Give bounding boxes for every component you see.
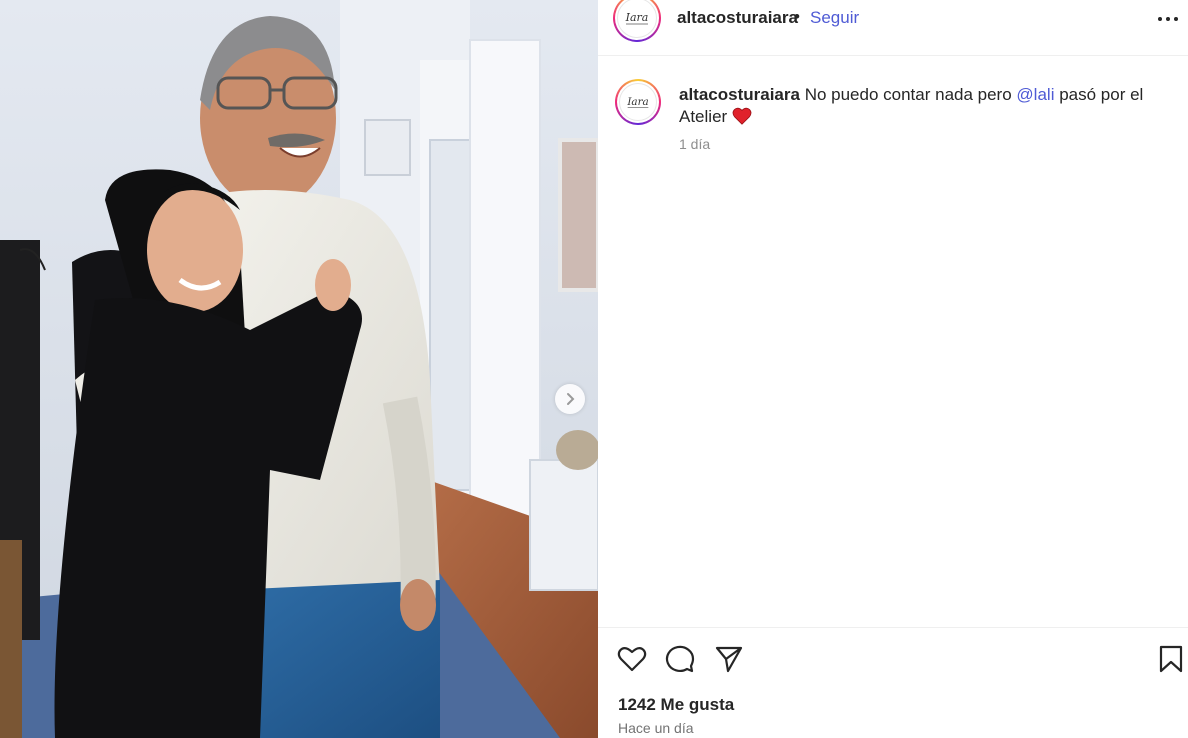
bookmark-icon[interactable] xyxy=(1156,644,1186,674)
svg-text:Iara: Iara xyxy=(625,11,649,24)
brand-logo: Iara xyxy=(626,96,649,108)
heart-icon[interactable] xyxy=(617,644,647,674)
brand-logo: Iara xyxy=(625,11,649,25)
post-photo[interactable] xyxy=(0,0,598,738)
caption-username[interactable]: altacosturaiara xyxy=(679,85,800,104)
photo-image xyxy=(0,0,598,738)
post-date: Hace un día xyxy=(618,720,694,736)
post-header: Iara altacosturaiara • Seguir xyxy=(598,0,1188,56)
post-username[interactable]: altacosturaiara xyxy=(677,8,798,28)
profile-avatar[interactable]: Iara xyxy=(613,0,661,42)
share-icon[interactable] xyxy=(714,644,744,674)
likes-count[interactable]: 1242 Me gusta xyxy=(618,695,734,715)
mention-link[interactable]: @lali xyxy=(1016,85,1054,104)
more-options-icon[interactable] xyxy=(1156,4,1180,28)
caption-avatar[interactable]: Iara xyxy=(615,79,661,125)
separator-dot: • xyxy=(794,7,800,26)
svg-text:Iara: Iara xyxy=(626,96,648,108)
red-heart-icon xyxy=(732,107,752,125)
post-details-panel: Iara altacosturaiara • Seguir Iara altac… xyxy=(598,0,1188,738)
follow-button[interactable]: Seguir xyxy=(810,8,859,28)
caption-text: altacosturaiara No puedo contar nada per… xyxy=(679,84,1159,128)
comment-icon[interactable] xyxy=(665,644,695,674)
post-actions: 1242 Me gusta Hace un día xyxy=(598,627,1188,738)
carousel-next-button[interactable] xyxy=(555,384,585,414)
heart-emoji xyxy=(732,107,752,126)
chevron-right-icon xyxy=(567,393,575,405)
caption-body-start: No puedo contar nada pero xyxy=(804,85,1012,104)
caption-time: 1 día xyxy=(679,136,711,152)
